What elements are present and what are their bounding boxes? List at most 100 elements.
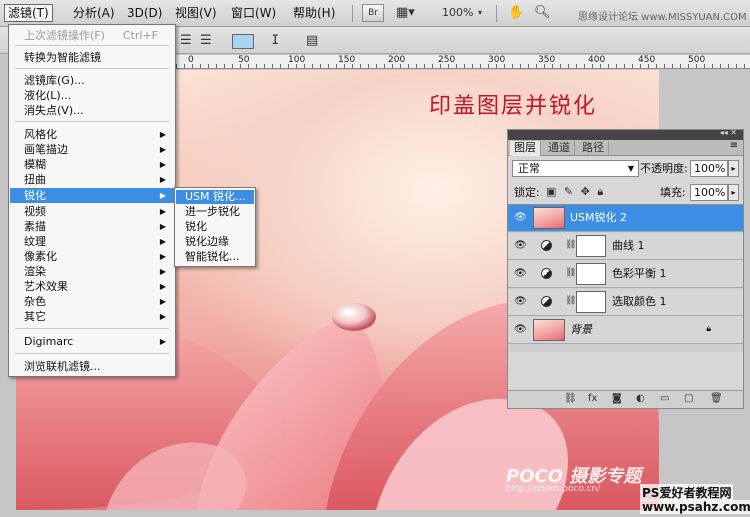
menu-item-label: 滤镜库(G)... [24,74,85,87]
eye-icon[interactable]: 👁︎ [514,240,527,251]
menu-item-texture[interactable]: 纹理 ▶ [10,234,174,249]
menu-3d[interactable]: 3D(D) [124,4,165,22]
menu-item-stylize[interactable]: 风格化 ▶ [10,127,174,142]
menu-item-pixelate[interactable]: 像素化 ▶ [10,249,174,264]
eye-icon[interactable]: 👁︎ [514,324,527,335]
menu-item-video[interactable]: 视频 ▶ [10,204,174,219]
hand-tool-icon[interactable]: ✋ [508,4,524,22]
new-adjustment-icon[interactable]: ◐ [636,393,645,404]
eye-icon[interactable]: 👁︎ [514,268,527,279]
menu-item-label: 液化(L)... [24,89,72,102]
text-color-swatch[interactable] [232,34,254,49]
opacity-slider-arrow-icon[interactable]: ▸ [728,160,739,177]
new-group-icon[interactable]: ▭ [660,393,669,404]
tab-paths[interactable]: 路径 [578,141,609,156]
align-center-icon[interactable]: ☰ [180,33,192,49]
link-layers-icon[interactable]: ⛓ [564,393,577,404]
lock-label: 锁定: [514,186,540,199]
submenu-arrow-icon: ▶ [159,145,166,154]
lock-options-icon[interactable]: ▣ ✎ ✥ 🔒︎ [546,185,605,199]
add-mask-icon[interactable]: ◙ [612,393,622,404]
menu-help[interactable]: 帮助(H) [290,4,338,22]
menu-item-filter-gallery[interactable]: 滤镜库(G)... [10,73,174,88]
trash-icon[interactable]: 🗑︎ [710,393,723,404]
eye-icon[interactable]: 👁︎ [514,212,527,223]
submenu-item-sharpen-more[interactable]: 进一步锐化 [176,205,254,219]
new-layer-icon[interactable]: ▢ [684,393,693,404]
tab-layers[interactable]: 图层 [510,141,541,156]
menu-item-label: 模糊 [24,158,46,171]
submenu-item-unsharp-mask[interactable]: USM 锐化... [176,190,254,204]
chain-link-icon[interactable]: ⛓ [565,296,576,306]
layer-row[interactable]: 👁︎ ⛓ 色彩平衡 1 [508,261,743,288]
layer-mask-thumbnail[interactable] [576,291,606,313]
menu-item-artistic[interactable]: 艺术效果 ▶ [10,279,174,294]
menu-item-browse-online-filters[interactable]: 浏览联机滤镜... [10,359,174,374]
eye-icon[interactable]: 👁︎ [514,296,527,307]
warp-text-icon[interactable]: ⵊ [272,33,279,49]
layer-style-icon[interactable]: fx [588,393,597,404]
menu-item-other[interactable]: 其它 ▶ [10,309,174,324]
menu-item-label: 杂色 [24,295,46,308]
menu-item-render[interactable]: 渲染 ▶ [10,264,174,279]
layer-name: 色彩平衡 1 [612,267,667,280]
blend-mode-select[interactable]: 正常 ▼ [512,160,639,177]
menu-item-sketch[interactable]: 素描 ▶ [10,219,174,234]
menu-item-convert-smart-filter[interactable]: 转换为智能滤镜 [10,50,174,65]
layer-row[interactable]: 👁︎ ⛓ 曲线 1 [508,233,743,260]
menu-item-label: 渲染 [24,265,46,278]
panel-title-bar[interactable]: ◂◂ ✕ [508,128,743,140]
view-extras-icon[interactable]: ▦▾ [396,4,415,22]
menu-item-noise[interactable]: 杂色 ▶ [10,294,174,309]
menu-view[interactable]: 视图(V) [172,4,220,22]
ruler-label: 200 [388,55,406,65]
zoom-tool-icon[interactable]: 🔍︎ [534,4,551,22]
bridge-button[interactable]: Br [362,4,384,22]
dropdown-arrow-icon: ▼ [627,164,634,173]
menu-item-blur[interactable]: 模糊 ▶ [10,157,174,172]
menu-item-distort[interactable]: 扭曲 ▶ [10,172,174,187]
menu-item-digimarc[interactable]: Digimarc ▶ [10,334,174,349]
menu-item-label: 扭曲 [24,173,46,186]
layer-name: 背景 [570,323,592,336]
layer-row[interactable]: 👁︎ USM锐化 2 [508,205,743,232]
chain-link-icon[interactable]: ⛓ [565,240,576,250]
menu-window[interactable]: 窗口(W) [228,4,279,22]
menu-filter[interactable]: 滤镜(T) [4,4,53,22]
tab-channels[interactable]: 通道 [544,141,575,156]
menu-item-brush-strokes[interactable]: 画笔描边 ▶ [10,142,174,157]
layer-mask-thumbnail[interactable] [576,235,606,257]
layer-row[interactable]: 👁︎ 背景 🔒︎ [508,317,743,344]
zoom-level[interactable]: 100% [442,5,473,21]
zoom-dropdown-icon[interactable]: ▾ [478,4,482,22]
layer-row[interactable]: 👁︎ ⛓ 选取颜色 1 [508,289,743,316]
submenu-arrow-icon: ▶ [159,297,166,306]
layer-mask-thumbnail[interactable] [576,263,606,285]
fill-field[interactable]: 100% [690,184,728,201]
submenu-item-sharpen-edges[interactable]: 锐化边缘 [176,235,254,249]
menu-item-label: 转换为智能滤镜 [24,51,101,64]
submenu-arrow-icon: ▶ [159,175,166,184]
character-panel-icon[interactable]: ▤ [306,33,318,49]
align-right-icon[interactable]: ☰ [200,33,212,49]
menu-item-label: 画笔描边 [24,143,68,156]
menu-item-vanishing-point[interactable]: 消失点(V)... [10,103,174,118]
menu-item-label: 消失点(V)... [24,104,84,117]
menu-item-label: 上次滤镜操作(F) [24,29,105,42]
fill-slider-arrow-icon[interactable]: ▸ [728,184,739,201]
submenu-item-sharpen[interactable]: 锐化 [176,220,254,234]
menu-analysis[interactable]: 分析(A) [70,4,118,22]
menu-item-sharpen[interactable]: 锐化 ▶ [10,188,174,203]
chain-link-icon[interactable]: ⛓ [565,268,576,278]
layers-list: 👁︎ USM锐化 2 👁︎ ⛓ 曲线 1 👁︎ ⛓ 色彩平衡 1 👁︎ ⛓ 选取… [508,204,743,352]
submenu-item-smart-sharpen[interactable]: 智能锐化... [176,250,254,264]
menu-item-liquify[interactable]: 液化(L)... [10,88,174,103]
opacity-field[interactable]: 100% [690,160,728,177]
toolbar-divider [352,5,353,22]
layers-panel: ◂◂ ✕ 图层 通道 路径 ≡ 正常 ▼ 不透明度: 100% ▸ 锁定: ▣ … [507,128,744,409]
layer-name: 选取颜色 1 [612,295,667,308]
top-watermark: 思缘设计论坛 www.MISSYUAN.COM [578,12,747,23]
panel-menu-icon[interactable]: ≡ [730,140,738,151]
lock-icon: 🔒︎ [706,324,711,334]
collapse-icon[interactable]: ◂◂ ✕ [720,128,737,137]
